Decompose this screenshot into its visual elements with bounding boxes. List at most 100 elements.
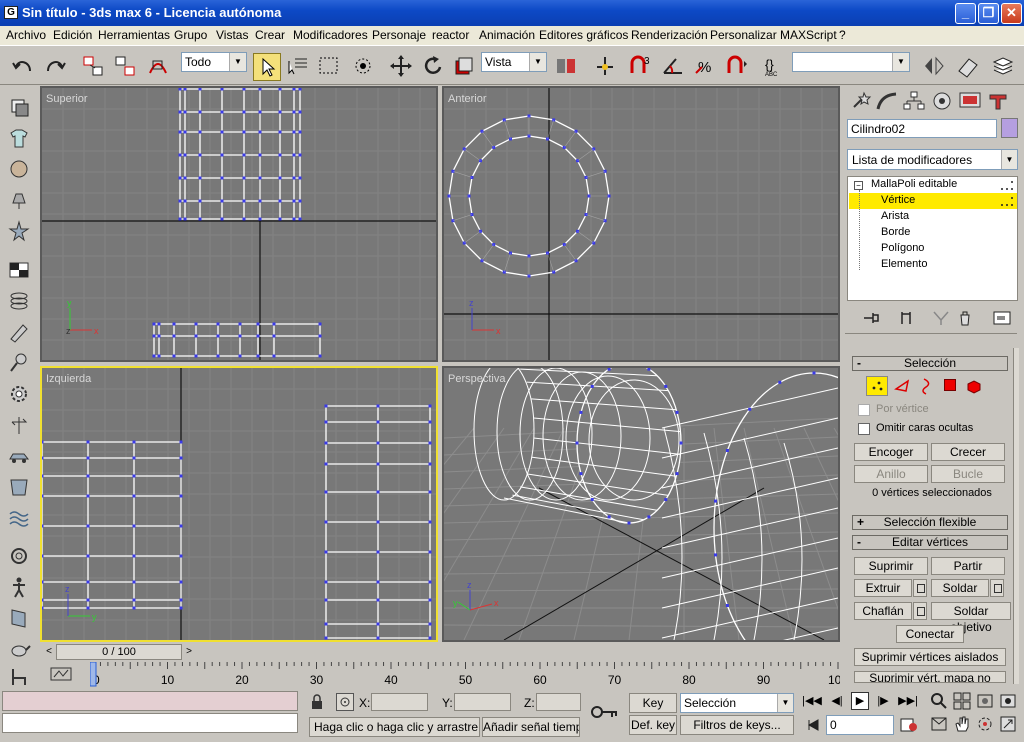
key-icon[interactable] bbox=[588, 700, 620, 724]
hierarchy-tab-icon[interactable] bbox=[902, 91, 926, 111]
zoom-extents-icon[interactable] bbox=[976, 692, 994, 710]
play-icon[interactable]: ▶ bbox=[851, 692, 869, 710]
menu-herramientas[interactable]: Herramientas bbox=[98, 28, 170, 42]
viewport-front[interactable]: x z Anterior bbox=[442, 86, 840, 362]
viewport-left[interactable]: y z Izquierda bbox=[40, 366, 438, 642]
chamfer-settings-icon[interactable] bbox=[913, 602, 927, 620]
align-icon[interactable] bbox=[955, 53, 981, 79]
reference-coordinate-dropdown[interactable]: Vista ▼ bbox=[481, 52, 547, 72]
remove-unused-map-verts-button[interactable]: Suprimir vért. mapa no usados bbox=[854, 671, 1006, 683]
viewport-label-perspective[interactable]: Perspectiva bbox=[448, 373, 505, 385]
viewport-label-left[interactable]: Izquierda bbox=[46, 373, 91, 385]
ring-button[interactable]: Anillo bbox=[854, 465, 928, 483]
extrude-settings-icon[interactable] bbox=[913, 579, 927, 597]
chair-icon[interactable] bbox=[7, 666, 31, 688]
stack-item-borde[interactable]: Borde bbox=[881, 226, 910, 238]
torus-knot-icon[interactable] bbox=[7, 545, 31, 567]
absolute-mode-icon[interactable] bbox=[336, 693, 354, 711]
utilities-tab-icon[interactable] bbox=[986, 91, 1010, 111]
create-box-icon[interactable] bbox=[7, 96, 31, 118]
menu-personalizar[interactable]: Personalizar bbox=[710, 28, 777, 42]
object-name-field[interactable]: Cilindro02 bbox=[847, 119, 997, 138]
connect-button[interactable]: Conectar bbox=[896, 625, 964, 643]
remove-button[interactable]: Suprimir bbox=[854, 557, 928, 575]
polygon-mode-icon[interactable] bbox=[944, 379, 956, 391]
stack-item-elemento[interactable]: Elemento bbox=[881, 258, 927, 270]
auto-key-button[interactable]: Key auto bbox=[629, 693, 677, 728]
mirror-icon[interactable] bbox=[921, 53, 947, 79]
select-and-scale-icon[interactable] bbox=[451, 53, 477, 79]
set-key-button[interactable]: Def. key bbox=[629, 715, 677, 735]
shrink-button[interactable]: Encoger bbox=[854, 443, 928, 461]
go-to-start-icon[interactable]: |◀◀ bbox=[802, 694, 822, 710]
extrude-button[interactable]: Extruir bbox=[854, 579, 912, 597]
rollout-seleccion-flexible-header[interactable]: + Selección flexible bbox=[852, 515, 1008, 530]
car-icon[interactable] bbox=[7, 445, 31, 467]
layer-manager-icon[interactable] bbox=[990, 53, 1016, 79]
pin-stack-icon[interactable] bbox=[861, 310, 881, 326]
track-bar[interactable]: 0102030405060708090100 bbox=[40, 661, 848, 688]
weld-settings-icon[interactable] bbox=[990, 579, 1004, 597]
percent-snap-icon[interactable]: % bbox=[692, 53, 718, 79]
chamfer-button[interactable]: Chaflán bbox=[854, 602, 912, 620]
z-coord-field[interactable] bbox=[536, 693, 581, 711]
y-coord-field[interactable] bbox=[454, 693, 511, 711]
motion-tab-icon[interactable] bbox=[930, 91, 954, 111]
cloth-icon[interactable] bbox=[7, 476, 31, 498]
time-next-icon[interactable]: > bbox=[182, 644, 196, 660]
menu-renderizacion[interactable]: Renderización bbox=[631, 28, 708, 42]
edit-named-selection-icon[interactable]: {}ABC bbox=[762, 53, 788, 79]
biped-icon[interactable] bbox=[7, 576, 31, 598]
collapse-toggle-icon[interactable]: − bbox=[854, 181, 863, 190]
checker-material-icon[interactable] bbox=[7, 259, 31, 281]
menu-maxscript[interactable]: MAXScript bbox=[780, 28, 837, 42]
maxscript-listener-pink[interactable] bbox=[2, 691, 298, 711]
loop-button[interactable]: Bucle bbox=[931, 465, 1005, 483]
remove-isolated-vertices-button[interactable]: Suprimir vértices aislados bbox=[854, 648, 1006, 666]
viewport-top[interactable]: x y z Superior bbox=[40, 86, 438, 362]
restore-button[interactable]: ❐ bbox=[978, 3, 999, 24]
redo-icon[interactable] bbox=[42, 53, 68, 79]
menu-reactor[interactable]: reactor bbox=[432, 28, 469, 42]
minimize-button[interactable]: _ bbox=[955, 3, 976, 24]
key-selection-dropdown[interactable]: Selección ▼ bbox=[680, 693, 794, 713]
break-button[interactable]: Partir bbox=[931, 557, 1005, 575]
configure-modifier-sets-icon[interactable] bbox=[992, 310, 1012, 326]
make-unique-icon[interactable] bbox=[931, 310, 951, 326]
pencil-icon[interactable] bbox=[7, 321, 31, 343]
vertex-mode-button[interactable] bbox=[866, 376, 888, 396]
mini-curve-editor-icon[interactable] bbox=[50, 666, 72, 682]
menu-personaje[interactable]: Personaje bbox=[372, 28, 426, 42]
manipulate-icon[interactable] bbox=[592, 53, 618, 79]
menu-modificadores[interactable]: Modificadores bbox=[293, 28, 368, 42]
selection-filter-dropdown[interactable]: Todo ▼ bbox=[181, 52, 247, 72]
weld-button[interactable]: Soldar bbox=[931, 579, 989, 597]
menu-editores-graficos[interactable]: Editores gráficos bbox=[539, 28, 628, 42]
spinner-snap-icon[interactable] bbox=[724, 53, 750, 79]
maximize-viewport-icon[interactable] bbox=[999, 715, 1017, 733]
select-and-move-icon[interactable] bbox=[388, 53, 414, 79]
prev-frame-icon[interactable]: ◀| bbox=[828, 694, 846, 710]
next-frame-icon[interactable]: |▶ bbox=[874, 694, 892, 710]
modifier-list-dropdown[interactable]: Lista de modificadores ▼ bbox=[847, 149, 1018, 170]
teapot-icon[interactable] bbox=[7, 638, 31, 660]
add-time-tag-button[interactable]: Añadir señal tiempo bbox=[482, 717, 580, 737]
select-by-name-icon[interactable] bbox=[285, 53, 311, 79]
display-tab-icon[interactable] bbox=[958, 91, 982, 111]
grow-button[interactable]: Crecer bbox=[931, 443, 1005, 461]
track-ruler[interactable]: 0102030405060708090100 bbox=[89, 661, 848, 688]
pan-hand-icon[interactable] bbox=[953, 715, 971, 733]
by-vertex-checkbox[interactable] bbox=[858, 404, 870, 416]
lamp-icon[interactable] bbox=[7, 189, 31, 211]
paint-brush-icon[interactable] bbox=[7, 352, 31, 374]
viewport-label-front[interactable]: Anterior bbox=[448, 93, 487, 105]
window-crossing-icon[interactable] bbox=[350, 53, 376, 79]
lock-icon[interactable] bbox=[310, 694, 324, 710]
key-mode-toggle-icon[interactable] bbox=[806, 717, 822, 733]
border-mode-icon[interactable] bbox=[916, 377, 936, 395]
select-and-rotate-icon[interactable] bbox=[420, 53, 446, 79]
modify-tab-icon[interactable] bbox=[875, 91, 899, 111]
menu-vistas[interactable]: Vistas bbox=[216, 28, 248, 42]
stack-root-item[interactable]: MallaPoli editable bbox=[871, 178, 957, 190]
zoom-all-icon[interactable] bbox=[953, 692, 971, 710]
